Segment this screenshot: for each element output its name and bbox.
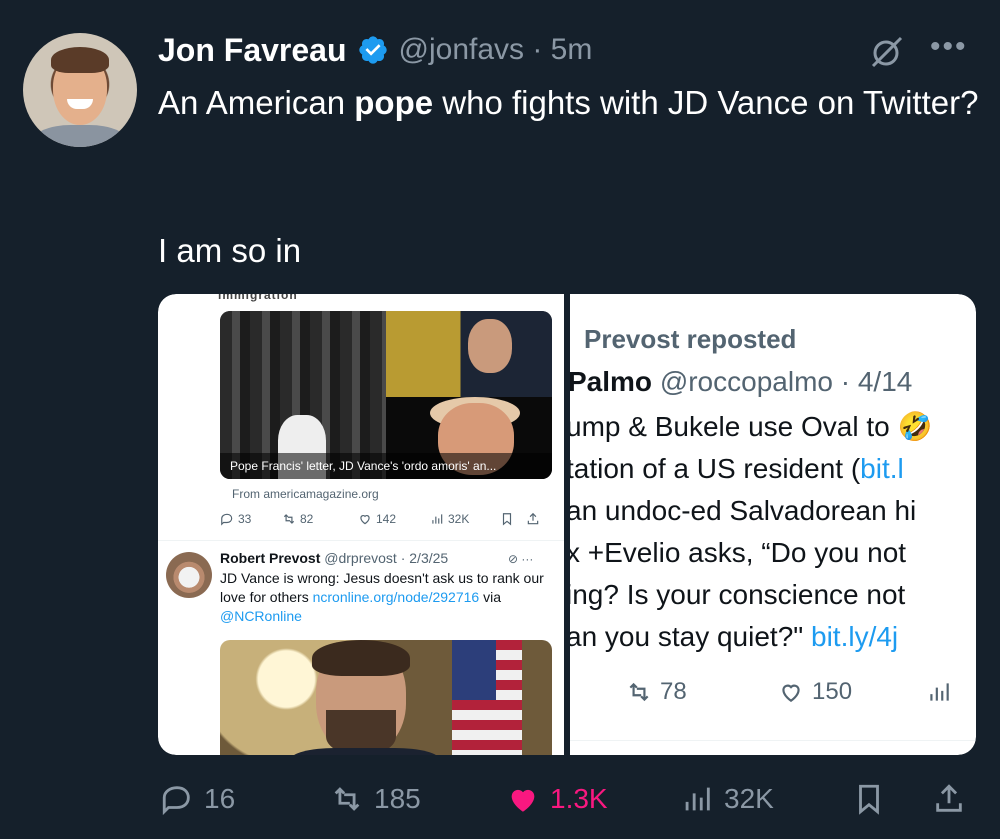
bookmark-icon <box>502 513 512 526</box>
repost-icon <box>629 682 649 702</box>
article-caption: Pope Francis' letter, JD Vance's 'ordo a… <box>220 453 552 479</box>
tweet-media[interactable]: immigration Pope Francis' letter, JD Van… <box>158 294 976 755</box>
tweet-text: An American pope who fights with JD Vanc… <box>158 84 979 121</box>
author-avatar[interactable] <box>23 33 137 147</box>
vance-photo <box>386 311 552 397</box>
heart-filled-icon <box>511 789 535 812</box>
views-icon <box>432 514 443 524</box>
avatar-shirt <box>33 125 127 147</box>
cutoff-word: immigration <box>218 294 298 302</box>
reply-icon <box>221 513 233 526</box>
views-icon <box>685 787 710 811</box>
embedded-actions: 33 82 142 32K <box>220 508 556 530</box>
tweet-header: Jon Favreau @jonfavs · 5m <box>158 30 592 70</box>
embedded-like: 142 <box>358 512 396 526</box>
reply-icon <box>162 786 190 816</box>
palmo-tweet-text: ump & Bukele use Oval to 🤣 tation of a U… <box>570 411 933 652</box>
reposted-label: Prevost reposted <box>584 324 797 354</box>
views-count: 32K <box>724 783 774 814</box>
embedded-divider <box>158 540 564 541</box>
repost-icon <box>283 514 295 524</box>
prevost-avatar <box>166 552 212 598</box>
palmo-like: 150 <box>778 678 852 706</box>
embedded-more-icon: ⊘ ··· <box>508 552 534 566</box>
embedded-views: 32K <box>430 512 469 526</box>
tweet-text-second: I am so in <box>158 232 302 269</box>
tweet-bold-word: pope <box>354 84 434 121</box>
share-icon <box>527 512 539 525</box>
reply-count: 16 <box>204 783 236 814</box>
repost-count: 185 <box>374 783 421 814</box>
author-handle-time[interactable]: @jonfavs · 5m <box>399 33 593 67</box>
reply-button[interactable]: 16 <box>160 782 235 816</box>
palmo-repost: 78 <box>626 678 687 706</box>
views-icon <box>930 683 949 701</box>
like-count: 1.3K <box>550 783 608 814</box>
palmo-actions: 78 150 <box>626 674 976 710</box>
embedded-tweet-text: JD Vance is wrong: Jesus doesn't ask us … <box>220 570 544 624</box>
more-options-icon[interactable]: ••• <box>930 32 974 72</box>
article-card-image[interactable]: Pope Francis' letter, JD Vance's 'ordo a… <box>220 311 552 479</box>
embedded-repost: 82 <box>282 512 313 526</box>
grok-icon[interactable] <box>867 32 907 72</box>
repost-button[interactable]: 185 <box>330 782 421 816</box>
heart-icon <box>782 684 800 702</box>
vance-photo-large <box>220 640 552 755</box>
author-name[interactable]: Jon Favreau <box>158 32 347 69</box>
tweet-actions: 16 185 1.3K 32K <box>158 776 976 822</box>
views-button[interactable]: 32K <box>680 782 774 816</box>
heart-icon <box>360 515 370 525</box>
repost-icon <box>334 787 360 811</box>
palmo-tweet-header: Palmo @roccopalmo · 4/14 <box>570 366 913 397</box>
article-source: From americamagazine.org <box>232 487 379 501</box>
avatar-hair <box>51 47 109 73</box>
embedded-tweet-header: Robert Prevost @drprevost · 2/3/25 <box>220 550 449 566</box>
media-image-right[interactable]: Prevost reposted Palmo @roccopalmo · 4/1… <box>570 294 976 755</box>
verified-badge-icon <box>358 36 387 64</box>
media-image-left[interactable]: immigration Pope Francis' letter, JD Van… <box>158 294 564 755</box>
bookmark-icon[interactable] <box>852 782 886 816</box>
palmo-divider <box>570 740 976 741</box>
like-button[interactable]: 1.3K <box>506 782 608 816</box>
share-icon[interactable] <box>932 782 966 816</box>
embedded-reply: 33 <box>220 512 251 526</box>
